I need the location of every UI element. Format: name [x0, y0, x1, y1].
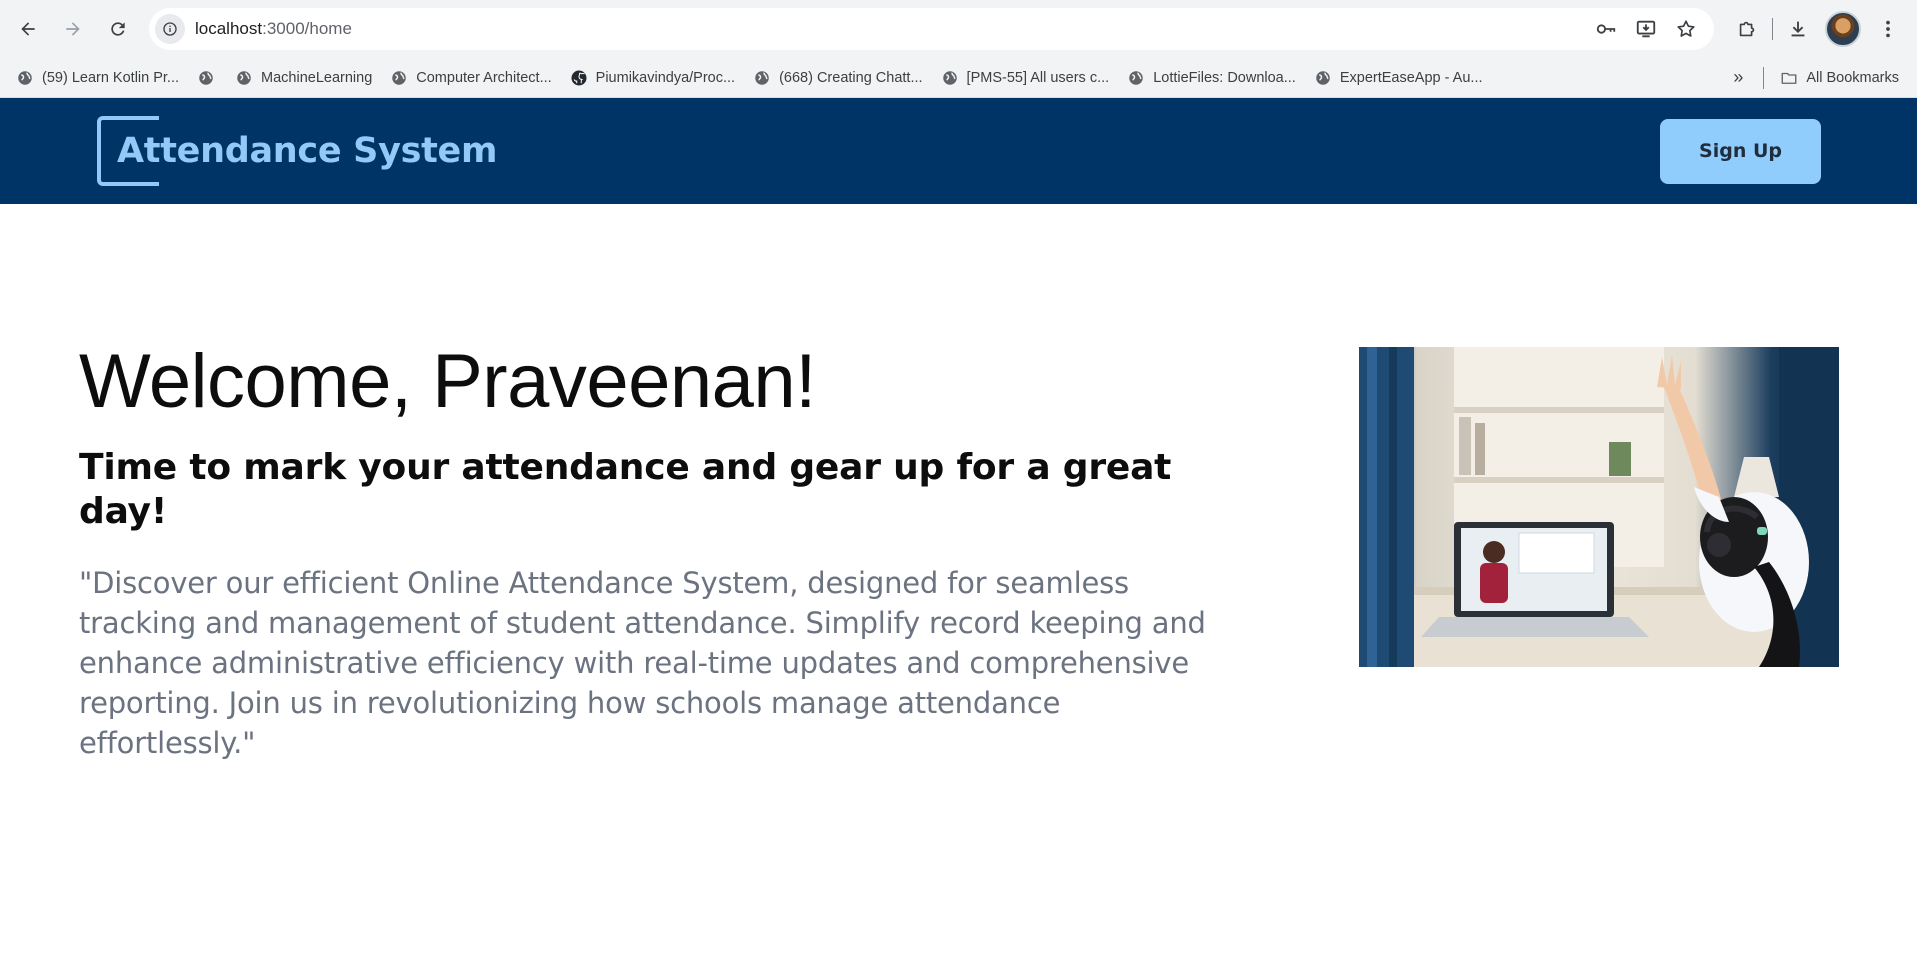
install-app-button[interactable]	[1626, 9, 1666, 49]
address-bar[interactable]: localhost:3000/home	[149, 8, 1714, 50]
welcome-heading: Welcome, Praveenan!	[79, 339, 816, 424]
site-logo[interactable]: Attendance System	[97, 116, 497, 186]
forward-button[interactable]	[53, 9, 93, 49]
install-icon	[1636, 20, 1656, 38]
extensions-button[interactable]	[1727, 9, 1767, 49]
bookmark-label: (59) Learn Kotlin Pr...	[42, 69, 180, 86]
url-host: localhost	[195, 19, 263, 38]
arrow-right-icon	[66, 22, 80, 36]
all-bookmarks-button[interactable]: All Bookmarks	[1772, 63, 1907, 93]
bookmark-item[interactable]: MachineLearning	[227, 63, 380, 93]
info-icon	[163, 22, 177, 36]
bookmark-label: (668) Creating Chatt...	[779, 69, 923, 86]
globe-icon	[237, 70, 251, 85]
bookmark-label: MachineLearning	[261, 69, 373, 86]
password-key-button[interactable]	[1586, 9, 1626, 49]
all-bookmarks-label: All Bookmarks	[1806, 69, 1899, 86]
more-bookmarks-button[interactable]: »	[1723, 63, 1753, 93]
url-text[interactable]: localhost:3000/home	[195, 19, 1586, 39]
online-class-illustration	[1359, 347, 1839, 667]
globe-icon	[199, 70, 213, 85]
bookmark-label: Piumikavindya/Proc...	[595, 69, 736, 86]
tagline-heading: Time to mark your attendance and gear up…	[79, 446, 1172, 533]
globe-icon	[1316, 70, 1330, 85]
bookmark-item[interactable]: LottieFiles: Downloa...	[1119, 63, 1304, 93]
browser-toolbar: localhost:3000/home	[0, 0, 1917, 58]
bookmark-item[interactable]: Piumikavindya/Proc...	[562, 63, 743, 93]
hero-text-block: Welcome, Praveenan! Time to mark your at…	[79, 342, 1214, 763]
logo-text: Attendance System	[117, 131, 498, 171]
kebab-menu-icon	[1886, 20, 1890, 38]
bookmark-item[interactable]: ExpertEaseApp - Au...	[1306, 63, 1491, 93]
profile-avatar[interactable]	[1825, 11, 1861, 47]
description-text: "Discover our efficient Online Attendanc…	[79, 566, 1206, 761]
globe-icon	[1129, 70, 1143, 85]
arrow-left-icon	[21, 22, 35, 36]
bookmark-label: ExpertEaseApp - Au...	[1339, 69, 1483, 86]
bookmark-item[interactable]: (668) Creating Chatt...	[745, 63, 930, 93]
toolbar-divider	[1772, 18, 1773, 40]
key-icon	[1596, 24, 1616, 34]
globe-icon	[755, 70, 769, 85]
bookmark-item[interactable]	[189, 63, 225, 93]
globe-icon	[942, 70, 957, 85]
site-header: Attendance System Sign Up	[0, 98, 1917, 204]
sign-up-button[interactable]: Sign Up	[1660, 118, 1821, 184]
download-icon	[1791, 21, 1805, 37]
bookmark-item[interactable]: Computer Architect...	[382, 63, 559, 93]
github-icon	[571, 70, 587, 85]
bookmark-item[interactable]: (59) Learn Kotlin Pr...	[8, 63, 187, 93]
bookmark-label: Computer Architect...	[416, 69, 552, 86]
bookmark-label: LottieFiles: Downloa...	[1153, 69, 1296, 86]
globe-icon	[392, 70, 407, 85]
puzzle-icon	[1739, 21, 1755, 37]
bookmark-item[interactable]: [PMS-55] All users c...	[933, 63, 1118, 93]
reload-button[interactable]	[98, 9, 138, 49]
hero-section: Welcome, Praveenan! Time to mark your at…	[0, 204, 1917, 906]
globe-icon	[18, 70, 32, 85]
bookmark-star-button[interactable]	[1666, 9, 1706, 49]
back-button[interactable]	[8, 9, 48, 49]
bookmarks-divider	[1763, 66, 1765, 89]
browser-menu-button[interactable]	[1868, 9, 1908, 49]
bookmarks-bar: (59) Learn Kotlin Pr... MachineLearning …	[0, 58, 1917, 98]
url-path: :3000/home	[262, 19, 352, 38]
folder-icon	[1781, 72, 1797, 84]
downloads-button[interactable]	[1778, 9, 1818, 49]
reload-icon	[111, 22, 125, 36]
hero-image	[1359, 347, 1839, 667]
bookmark-label: [PMS-55] All users c...	[966, 69, 1110, 86]
star-icon	[1677, 20, 1695, 37]
site-info-button[interactable]	[155, 14, 185, 44]
